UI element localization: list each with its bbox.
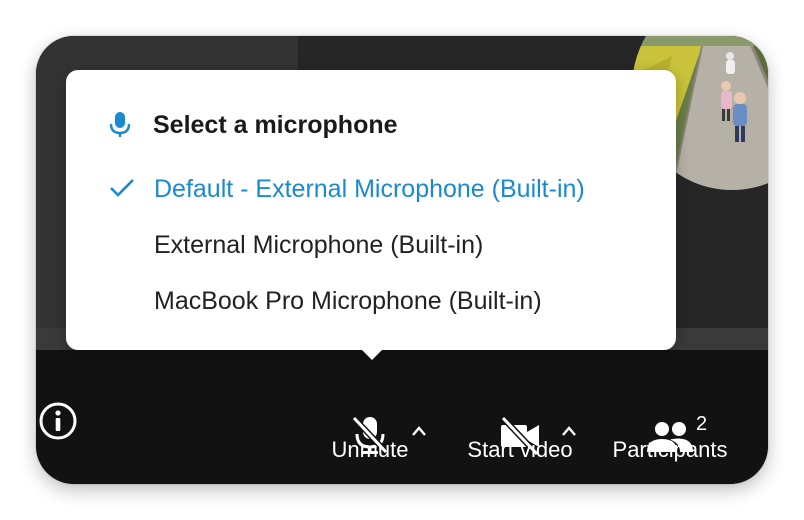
participants-label: Participants: [612, 437, 728, 462]
start-video-label: Start video: [467, 437, 573, 462]
chevron-up-icon: [412, 426, 426, 436]
microphone-menu-title: Select a microphone: [153, 110, 398, 139]
microphone-menu-header: Select a microphone: [108, 110, 398, 140]
participants-count-badge: 2: [696, 413, 708, 435]
microphone-menu-pointer: [361, 349, 383, 360]
unmute-label: Unmute: [331, 437, 409, 462]
microphone-icon: [109, 112, 131, 137]
participants-button[interactable]: 2 Participants: [613, 350, 728, 484]
video-options-chevron[interactable]: [561, 424, 577, 442]
microphone-option-macbook-pro[interactable]: MacBook Pro Microphone (Built-in): [154, 287, 542, 316]
microphone-menu: Select a microphone Default - External M…: [66, 70, 676, 350]
audio-options-chevron[interactable]: [411, 424, 427, 442]
microphone-option-default[interactable]: Default - External Microphone (Built-in): [154, 175, 585, 204]
meeting-toolbar: Unmute Start video 2 Participants: [36, 350, 768, 484]
info-icon: [39, 402, 77, 440]
unmute-button[interactable]: Unmute: [330, 350, 410, 484]
checkmark-icon: [110, 179, 134, 197]
info-button[interactable]: [38, 401, 78, 441]
chevron-up-icon: [562, 426, 576, 436]
start-video-button[interactable]: Start video: [467, 350, 573, 484]
microphone-option-external[interactable]: External Microphone (Built-in): [154, 231, 483, 260]
